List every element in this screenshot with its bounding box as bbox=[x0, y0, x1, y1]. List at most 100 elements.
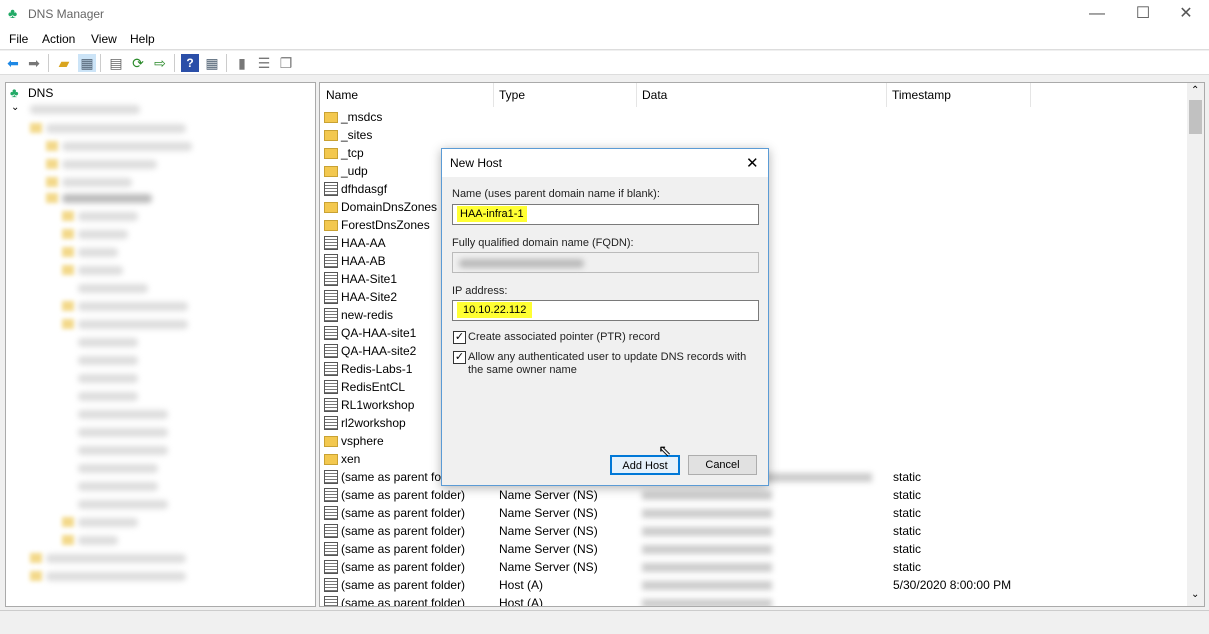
dialog-title-bar: New Host ✕ bbox=[442, 149, 768, 177]
row-name: Redis-Labs-1 bbox=[341, 362, 413, 376]
menu-view[interactable]: View bbox=[91, 32, 117, 46]
table-row[interactable]: (same as parent folder) Name Server (NS)… bbox=[320, 540, 1186, 558]
record-icon bbox=[324, 254, 338, 268]
name-input[interactable]: HAA-infra1-1 bbox=[452, 204, 759, 225]
row-data-redacted bbox=[642, 545, 772, 554]
row-name: new-redis bbox=[341, 308, 394, 322]
record-icon bbox=[324, 524, 338, 538]
folder-icon bbox=[324, 454, 338, 465]
allow-update-checkbox[interactable]: ✓ bbox=[453, 351, 466, 364]
row-name: _sites bbox=[341, 128, 373, 142]
column-header-type[interactable]: Type bbox=[493, 83, 637, 107]
row-name: (same as parent folder) bbox=[341, 560, 466, 574]
row-name: (same as parent folder) bbox=[341, 506, 466, 520]
record-icon bbox=[324, 380, 338, 394]
scroll-down-icon[interactable]: ⌄ bbox=[1191, 589, 1199, 600]
table-row[interactable]: (same as parent folder) Name Server (NS)… bbox=[320, 522, 1186, 540]
properties-icon[interactable]: ▤ bbox=[107, 54, 125, 72]
row-type: Name Server (NS) bbox=[499, 488, 598, 502]
vertical-scrollbar[interactable]: ⌃ ⌄ bbox=[1187, 83, 1204, 606]
row-data-redacted bbox=[642, 491, 772, 500]
record-icon bbox=[324, 596, 338, 606]
folder-icon bbox=[324, 112, 338, 123]
folder-icon bbox=[324, 202, 338, 213]
row-type: Host (A) bbox=[499, 578, 544, 592]
row-data-redacted bbox=[642, 527, 772, 536]
close-button[interactable]: ✕ bbox=[1163, 0, 1209, 28]
row-name: RL1workshop bbox=[341, 398, 415, 412]
row-name: HAA-AB bbox=[341, 254, 386, 268]
folder-icon bbox=[324, 148, 338, 159]
row-name: HAA-AA bbox=[341, 236, 386, 250]
column-header-timestamp[interactable]: Timestamp bbox=[886, 83, 1031, 107]
export-list-icon[interactable]: ⇨ bbox=[151, 54, 169, 72]
dns-server-icon: ♣ bbox=[10, 85, 19, 100]
table-row[interactable]: (same as parent folder) Name Server (NS)… bbox=[320, 486, 1186, 504]
ptr-label: Create associated pointer (PTR) record bbox=[468, 331, 660, 343]
cancel-button[interactable]: Cancel bbox=[688, 455, 757, 475]
ptr-checkbox[interactable]: ✓ bbox=[453, 331, 466, 344]
refresh-icon[interactable]: ⟳ bbox=[129, 54, 147, 72]
console-tree[interactable]: ♣ DNS ⌄ bbox=[5, 82, 316, 607]
table-row[interactable]: (same as parent folder) Host (A) bbox=[320, 594, 1186, 607]
help-icon[interactable]: ? bbox=[181, 54, 199, 72]
row-name: (same as parent folder) bbox=[341, 524, 466, 538]
record-icon bbox=[324, 416, 338, 430]
folder-icon bbox=[324, 220, 338, 231]
row-name: QA-HAA-site1 bbox=[341, 326, 417, 340]
record-icon bbox=[324, 560, 338, 574]
fqdn-label: Fully qualified domain name (FQDN): bbox=[452, 237, 634, 249]
column-header-name[interactable]: Name bbox=[320, 83, 494, 107]
menu-action[interactable]: Action bbox=[42, 32, 75, 46]
folder-icon bbox=[324, 436, 338, 447]
up-folder-icon[interactable]: ▰ bbox=[55, 54, 73, 72]
record-icon bbox=[324, 362, 338, 376]
row-name: ForestDnsZones bbox=[341, 218, 430, 232]
row-type: Name Server (NS) bbox=[499, 524, 598, 538]
dialog-close-button[interactable]: ✕ bbox=[746, 154, 759, 172]
menu-file[interactable]: File bbox=[9, 32, 28, 46]
row-type: Name Server (NS) bbox=[499, 506, 598, 520]
tree-root-dns[interactable]: DNS bbox=[28, 86, 53, 100]
toolbar: ⬅ ➡ ▰ ▦ ▤ ⟳ ⇨ ? ▦ ▮ ☰ ❐ bbox=[0, 51, 1209, 75]
row-data-redacted bbox=[642, 581, 772, 590]
menu-help[interactable]: Help bbox=[130, 32, 155, 46]
row-name: _msdcs bbox=[341, 110, 383, 124]
row-data-redacted bbox=[642, 509, 772, 518]
show-action-pane-icon[interactable]: ▦ bbox=[203, 54, 221, 72]
scrollbar-thumb[interactable] bbox=[1189, 100, 1202, 134]
back-arrow-icon[interactable]: ⬅ bbox=[4, 54, 22, 72]
window-title: DNS Manager bbox=[28, 7, 105, 21]
row-name: DomainDnsZones bbox=[341, 200, 438, 214]
scroll-up-icon[interactable]: ⌃ bbox=[1191, 85, 1199, 96]
fqdn-input bbox=[452, 252, 759, 273]
table-row[interactable]: (same as parent folder) Name Server (NS)… bbox=[320, 504, 1186, 522]
list-icon[interactable]: ☰ bbox=[255, 54, 273, 72]
minimize-button[interactable]: — bbox=[1074, 0, 1120, 28]
chevron-down-icon[interactable]: ⌄ bbox=[11, 102, 19, 113]
row-name: _udp bbox=[341, 164, 368, 178]
table-row[interactable]: _msdcs bbox=[320, 108, 1186, 126]
table-row[interactable]: _sites bbox=[320, 126, 1186, 144]
table-row[interactable]: (same as parent folder) Host (A) 5/30/20… bbox=[320, 576, 1186, 594]
copy-icon[interactable]: ❐ bbox=[277, 54, 295, 72]
row-name: RedisEntCL bbox=[341, 380, 406, 394]
row-name: (same as parent folder) bbox=[341, 596, 466, 607]
record-icon bbox=[324, 236, 338, 250]
record-icon bbox=[324, 272, 338, 286]
server-icon[interactable]: ▮ bbox=[233, 54, 251, 72]
ip-address-input[interactable]: 10.10.22.112 bbox=[452, 300, 759, 321]
row-name: HAA-Site1 bbox=[341, 272, 398, 286]
ip-address-label: IP address: bbox=[452, 285, 508, 297]
show-hide-tree-icon[interactable]: ▦ bbox=[78, 54, 96, 72]
record-icon bbox=[324, 326, 338, 340]
forward-arrow-icon[interactable]: ➡ bbox=[25, 54, 43, 72]
name-label: Name (uses parent domain name if blank): bbox=[452, 188, 660, 200]
column-header-data[interactable]: Data bbox=[636, 83, 887, 107]
record-icon bbox=[324, 308, 338, 322]
maximize-button[interactable]: ☐ bbox=[1120, 0, 1166, 28]
record-icon bbox=[324, 470, 338, 484]
table-row[interactable]: (same as parent folder) Name Server (NS)… bbox=[320, 558, 1186, 576]
row-timestamp: static bbox=[893, 542, 922, 556]
row-name: dfhdasgf bbox=[341, 182, 388, 196]
